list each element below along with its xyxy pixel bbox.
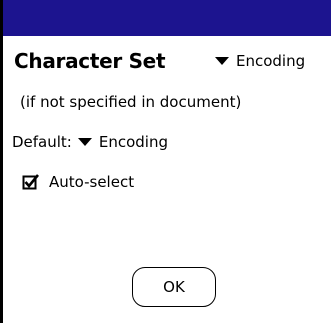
- checkbox-checked-icon: [22, 173, 39, 190]
- triangle-down-icon: [77, 138, 92, 146]
- window-left-border: [0, 0, 3, 323]
- auto-select-label: Auto-select: [49, 173, 135, 191]
- auto-select-checkbox[interactable]: Auto-select: [22, 173, 134, 191]
- encoding-dropdown-label: Encoding: [236, 52, 306, 70]
- title-bar: [3, 0, 331, 36]
- triangle-down-icon: [215, 57, 229, 65]
- hint-text: (if not specified in document): [20, 93, 242, 111]
- dialog-title: Character Set: [14, 49, 166, 73]
- default-encoding-row: Default: Encoding: [12, 133, 168, 151]
- encoding-dropdown[interactable]: Encoding: [215, 52, 305, 70]
- ok-button[interactable]: OK: [132, 267, 216, 307]
- default-encoding-dropdown-label: Encoding: [98, 133, 169, 151]
- default-encoding-dropdown[interactable]: Encoding: [77, 133, 169, 151]
- default-label: Default:: [12, 133, 72, 151]
